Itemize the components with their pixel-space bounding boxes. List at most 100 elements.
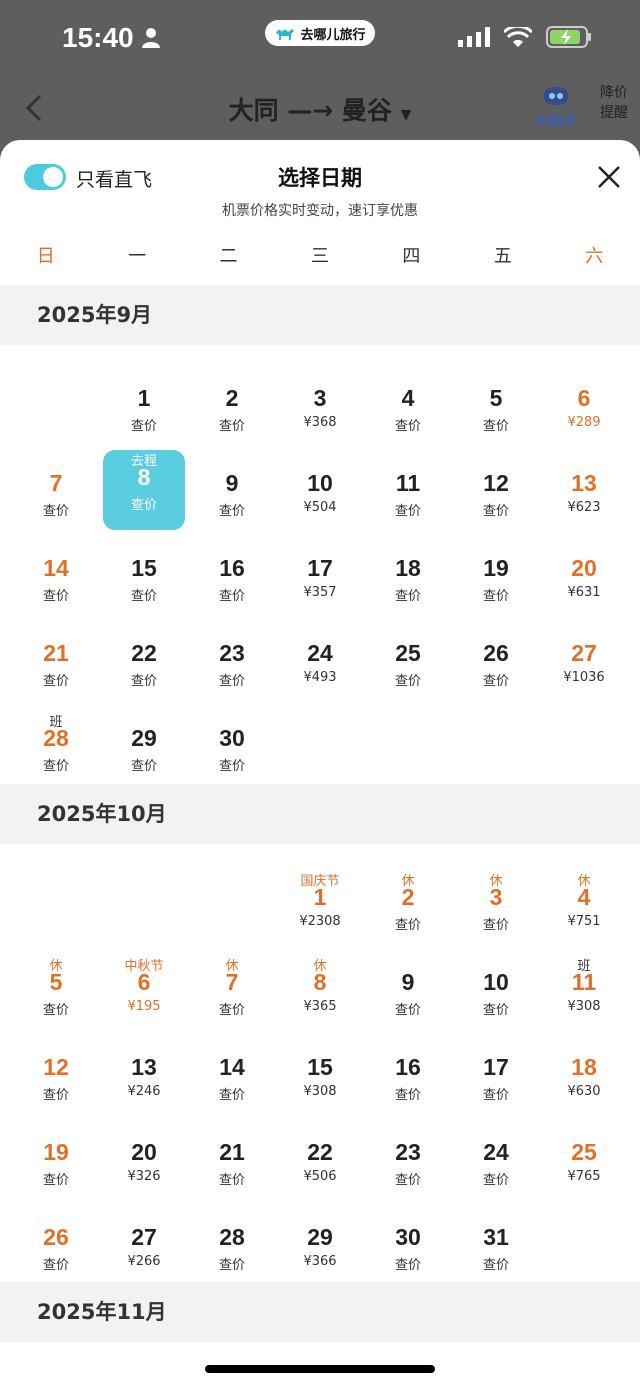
calendar-day[interactable]: 2 查价 <box>188 371 276 451</box>
calendar-day[interactable]: 休 4 ¥751 <box>540 870 628 950</box>
calendar-day[interactable]: 1 查价 <box>100 371 188 451</box>
calendar-day[interactable]: 30 查价 <box>364 1210 452 1290</box>
day-price: ¥195 <box>127 999 161 1014</box>
calendar-day[interactable]: 休 3 查价 <box>452 870 540 950</box>
calendar-day[interactable]: 21 查价 <box>188 1125 276 1205</box>
calendar-day[interactable]: 16 查价 <box>188 541 276 621</box>
calendar-day[interactable]: 10 查价 <box>452 955 540 1035</box>
calendar-day[interactable]: 25 查价 <box>364 626 452 706</box>
calendar-day[interactable]: 11 查价 <box>364 456 452 536</box>
day-number: 9 <box>225 470 239 496</box>
calendar-day[interactable]: 休 8 ¥365 <box>276 955 364 1035</box>
calendar-day[interactable]: 13 ¥623 <box>540 456 628 536</box>
battery-icon <box>546 26 591 48</box>
calendar-day[interactable]: 30 查价 <box>188 711 276 791</box>
calendar-day[interactable]: 28 查价 <box>188 1210 276 1290</box>
calendar-day[interactable]: 23 查价 <box>364 1125 452 1205</box>
calendar-day[interactable]: 国庆节 1 ¥2308 <box>276 870 364 950</box>
calendar-day[interactable]: 12 查价 <box>12 1040 100 1120</box>
day-number: 6 <box>577 385 591 411</box>
day-number: 3 <box>489 884 503 910</box>
price-alert-button[interactable]: 降价 提醒 <box>600 83 636 123</box>
calendar-day[interactable]: 19 查价 <box>452 541 540 621</box>
calendar-day[interactable]: 9 查价 <box>188 456 276 536</box>
calendar-day[interactable]: 20 ¥631 <box>540 541 628 621</box>
calendar-day[interactable]: 休 5 查价 <box>12 955 100 1035</box>
calendar-day[interactable]: 休 2 查价 <box>364 870 452 950</box>
day-price: 查价 <box>218 504 245 519</box>
day-price: 查价 <box>218 589 245 604</box>
day-price: 查价 <box>42 1088 69 1103</box>
calendar-day[interactable]: 4 查价 <box>364 371 452 451</box>
day-number: 13 <box>131 1054 157 1080</box>
calendar-day[interactable]: 3 ¥368 <box>276 371 364 451</box>
day-number: 18 <box>571 1054 597 1080</box>
day-number: 23 <box>219 640 245 666</box>
calendar-day[interactable]: 去程 8 查价 <box>103 450 185 530</box>
calendar-day[interactable]: 18 ¥630 <box>540 1040 628 1120</box>
calendar-day[interactable]: 休 7 查价 <box>188 955 276 1035</box>
day-number: 17 <box>307 555 333 581</box>
day-number: 18 <box>395 555 421 581</box>
app-pill[interactable]: 去哪儿旅行 <box>265 20 375 46</box>
calendar-day[interactable]: 班 28 查价 <box>12 711 100 791</box>
calendar-day[interactable]: 17 查价 <box>452 1040 540 1120</box>
calendar-day[interactable]: 29 ¥366 <box>276 1210 364 1290</box>
day-price: 查价 <box>482 1003 509 1018</box>
close-icon[interactable] <box>596 164 622 190</box>
day-number: 24 <box>307 640 333 666</box>
day-price: 查价 <box>394 504 421 519</box>
chevron-down-icon: ▼ <box>400 107 412 123</box>
calendar-day[interactable]: 15 查价 <box>100 541 188 621</box>
calendar-day[interactable]: 班 11 ¥308 <box>540 955 628 1035</box>
calendar-day[interactable]: 16 查价 <box>364 1040 452 1120</box>
calendar-day[interactable]: 29 查价 <box>100 711 188 791</box>
calendar-day[interactable]: 23 查价 <box>188 626 276 706</box>
ai-assistant-button[interactable]: AI助手 <box>530 83 582 131</box>
day-number: 11 <box>571 969 597 995</box>
calendar-day[interactable]: 中秋节 6 ¥195 <box>100 955 188 1035</box>
top-nav: 大同 —→ 曼谷 ▼ AI助手 降价 提醒 <box>0 75 640 145</box>
calendar-day[interactable]: 21 查价 <box>12 626 100 706</box>
day-price: 查价 <box>42 1003 69 1018</box>
day-price: 查价 <box>218 419 245 434</box>
calendar-day[interactable]: 20 ¥326 <box>100 1125 188 1205</box>
calendar-day[interactable]: 6 ¥289 <box>540 371 628 451</box>
day-price: 查价 <box>42 759 69 774</box>
day-price: ¥357 <box>303 585 337 600</box>
calendar-day[interactable]: 26 查价 <box>12 1210 100 1290</box>
day-price: 查价 <box>482 504 509 519</box>
calendar-day[interactable]: 10 ¥504 <box>276 456 364 536</box>
calendar-day[interactable]: 26 查价 <box>452 626 540 706</box>
calendar-day[interactable]: 1 <box>540 1368 628 1386</box>
calendar-day[interactable]: 15 ¥308 <box>276 1040 364 1120</box>
calendar-day[interactable]: 13 ¥246 <box>100 1040 188 1120</box>
calendar-day[interactable]: 19 查价 <box>12 1125 100 1205</box>
calendar-day[interactable]: 27 ¥1036 <box>540 626 628 706</box>
calendar-day[interactable]: 14 查价 <box>188 1040 276 1120</box>
calendar-day[interactable]: 7 查价 <box>12 456 100 536</box>
calendar-day[interactable]: 24 查价 <box>452 1125 540 1205</box>
calendar-day[interactable]: 25 ¥765 <box>540 1125 628 1205</box>
weekday-fri: 五 <box>493 246 512 267</box>
calendar-day[interactable]: 17 ¥357 <box>276 541 364 621</box>
month-header: 2025年11月 <box>0 1282 640 1342</box>
calendar-day[interactable]: 5 查价 <box>452 371 540 451</box>
calendar-day[interactable]: 22 查价 <box>100 626 188 706</box>
day-price: 查价 <box>130 674 157 689</box>
calendar-day[interactable]: 27 ¥266 <box>100 1210 188 1290</box>
calendar-day[interactable]: 22 ¥506 <box>276 1125 364 1205</box>
calendar-day[interactable]: 14 查价 <box>12 541 100 621</box>
day-price: 查价 <box>218 1173 245 1188</box>
day-number: 7 <box>225 969 239 995</box>
calendar-day[interactable]: 24 ¥493 <box>276 626 364 706</box>
day-number: 12 <box>483 470 509 496</box>
calendar-day[interactable]: 12 查价 <box>452 456 540 536</box>
day-number: 5 <box>489 385 503 411</box>
day-price: 查价 <box>218 674 245 689</box>
calendar-day[interactable]: 18 查价 <box>364 541 452 621</box>
day-price: ¥504 <box>303 500 337 515</box>
calendar-day[interactable]: 9 查价 <box>364 955 452 1035</box>
calendar-day[interactable]: 31 查价 <box>452 1210 540 1290</box>
day-number: 29 <box>131 725 157 751</box>
